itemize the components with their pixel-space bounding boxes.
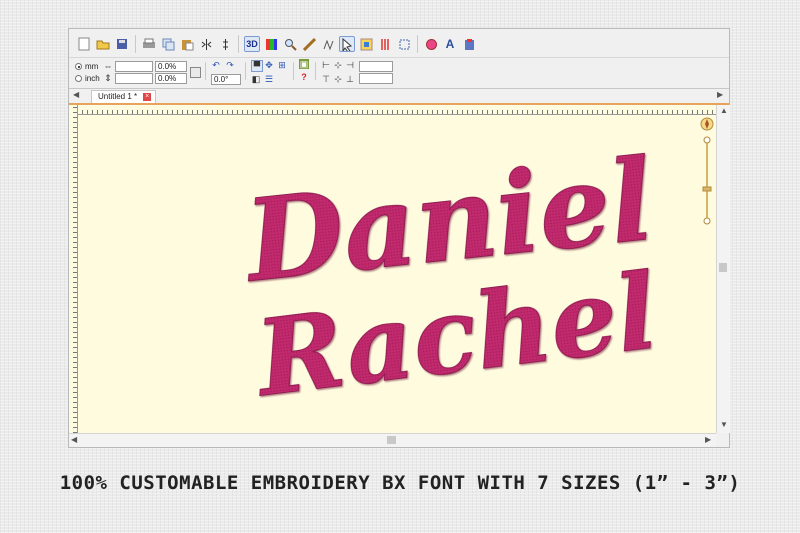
thread-icon[interactable]	[377, 36, 393, 52]
help-icon[interactable]: ?	[299, 72, 309, 82]
unit-inch-radio[interactable]	[75, 75, 82, 82]
print-icon[interactable]	[141, 36, 157, 52]
align-middle-icon[interactable]: ☰	[264, 74, 274, 84]
scroll-right-icon[interactable]: ▶	[705, 435, 711, 444]
main-toolbar: 3D A	[75, 33, 478, 55]
height-arrows-icon: ⇕	[104, 73, 112, 83]
group-icon[interactable]: ⊞	[277, 60, 287, 70]
width-input[interactable]	[115, 61, 153, 72]
3d-view-label: 3D	[246, 38, 258, 49]
product-caption: 100% CUSTOMABLE EMBROIDERY BX FONT WITH …	[59, 472, 741, 494]
save-icon[interactable]	[114, 36, 130, 52]
document-tabbar: ◀ Untitled 1 * × ▶	[69, 89, 729, 105]
close-icon[interactable]: ×	[143, 93, 152, 101]
horizontal-ruler	[77, 105, 719, 115]
scroll-left-icon[interactable]: ◀	[71, 435, 77, 444]
align-top-icon[interactable]: ▀	[251, 60, 263, 72]
zoom-slider[interactable]	[700, 117, 714, 227]
toolbar-separator	[238, 35, 239, 53]
toolbar-separator	[245, 62, 246, 80]
zoom-icon[interactable]	[282, 36, 298, 52]
select-icon[interactable]	[339, 36, 355, 52]
realistic-view-icon[interactable]	[358, 36, 374, 52]
editor-window: 3D A mm inch ⇔ ⇕ 0.0% 0.0% ↶ ↷ 0.0° ▀ ✥ …	[68, 28, 730, 448]
lettering-label: A	[445, 37, 455, 51]
vertical-ruler	[69, 105, 78, 433]
tab-scroll-left-icon[interactable]: ◀	[73, 90, 79, 99]
align-center-h-icon[interactable]: ⊹	[333, 60, 343, 70]
toolbar-separator	[135, 35, 136, 53]
font-icon[interactable]	[461, 36, 477, 52]
height-input[interactable]	[115, 73, 153, 84]
align-left-icon[interactable]: ◧	[251, 74, 261, 84]
toolbar-separator	[205, 62, 206, 80]
align-edge-left-icon[interactable]: ⊢	[321, 60, 331, 70]
properties-toolbar: mm inch ⇔ ⇕ 0.0% 0.0% ↶ ↷ 0.0° ▀ ✥ ⊞ ◧ ☰…	[69, 57, 729, 89]
toolbar-separator	[315, 62, 316, 80]
align-edge-right-icon[interactable]: ⊣	[345, 60, 355, 70]
embroidery-design[interactable]: Daniel Rachel	[78, 115, 716, 433]
stitch-icon[interactable]	[320, 36, 336, 52]
horizontal-scroll-thumb[interactable]	[387, 436, 396, 444]
scale-y-input[interactable]: 0.0%	[155, 73, 187, 84]
open-folder-icon[interactable]	[95, 36, 111, 52]
unit-inch-option[interactable]: inch	[75, 74, 100, 83]
design-canvas[interactable]: Daniel Rachel	[78, 115, 716, 433]
horizontal-scrollbar[interactable]: ◀ ▶	[69, 433, 716, 447]
unit-mm-option[interactable]: mm	[75, 62, 98, 71]
tab-scroll-right-icon[interactable]: ▶	[717, 90, 723, 99]
align-center-v-icon[interactable]: ⊹	[333, 74, 343, 84]
tab-label: Untitled 1 *	[98, 92, 138, 101]
transform-icon[interactable]	[396, 36, 412, 52]
vertical-scrollbar[interactable]: ▲ ▼	[716, 105, 730, 433]
toolbar-separator	[293, 62, 294, 80]
spacing-y-input[interactable]	[359, 73, 393, 84]
align-edge-top-icon[interactable]: ⊤	[321, 74, 331, 84]
toolbar-separator	[417, 35, 418, 53]
scroll-up-icon[interactable]: ▲	[720, 106, 728, 115]
vertical-scroll-thumb[interactable]	[719, 263, 727, 272]
scroll-down-icon[interactable]: ▼	[720, 420, 728, 429]
unit-inch-label: inch	[85, 74, 100, 83]
texture-icon[interactable]	[423, 36, 439, 52]
width-arrows-icon: ⇔	[103, 61, 113, 71]
rotation-input[interactable]: 0.0°	[211, 74, 241, 85]
unit-mm-radio[interactable]	[75, 63, 82, 70]
spacing-x-input[interactable]	[359, 61, 393, 72]
color-view-icon[interactable]	[263, 36, 279, 52]
unit-mm-label: mm	[85, 62, 99, 71]
center-icon[interactable]: ✥	[264, 60, 274, 70]
scale-x-input[interactable]: 0.0%	[155, 61, 187, 72]
lettering-icon[interactable]: A	[442, 36, 458, 52]
rotate-right-icon[interactable]: ↷	[225, 60, 235, 70]
mirror-horizontal-icon[interactable]	[198, 36, 214, 52]
paste-icon[interactable]	[179, 36, 195, 52]
measure-icon[interactable]	[301, 36, 317, 52]
new-file-icon[interactable]	[76, 36, 92, 52]
mirror-vertical-icon[interactable]	[217, 36, 233, 52]
color-pick-icon[interactable]: ▣	[299, 59, 309, 69]
tab-untitled-1[interactable]: Untitled 1 * ×	[91, 90, 157, 103]
3d-view-icon[interactable]: 3D	[244, 36, 260, 52]
align-edge-bottom-icon[interactable]: ⊥	[345, 74, 355, 84]
rotate-left-icon[interactable]: ↶	[211, 60, 221, 70]
copy-icon[interactable]	[160, 36, 176, 52]
lock-proportions-icon[interactable]	[190, 67, 201, 78]
